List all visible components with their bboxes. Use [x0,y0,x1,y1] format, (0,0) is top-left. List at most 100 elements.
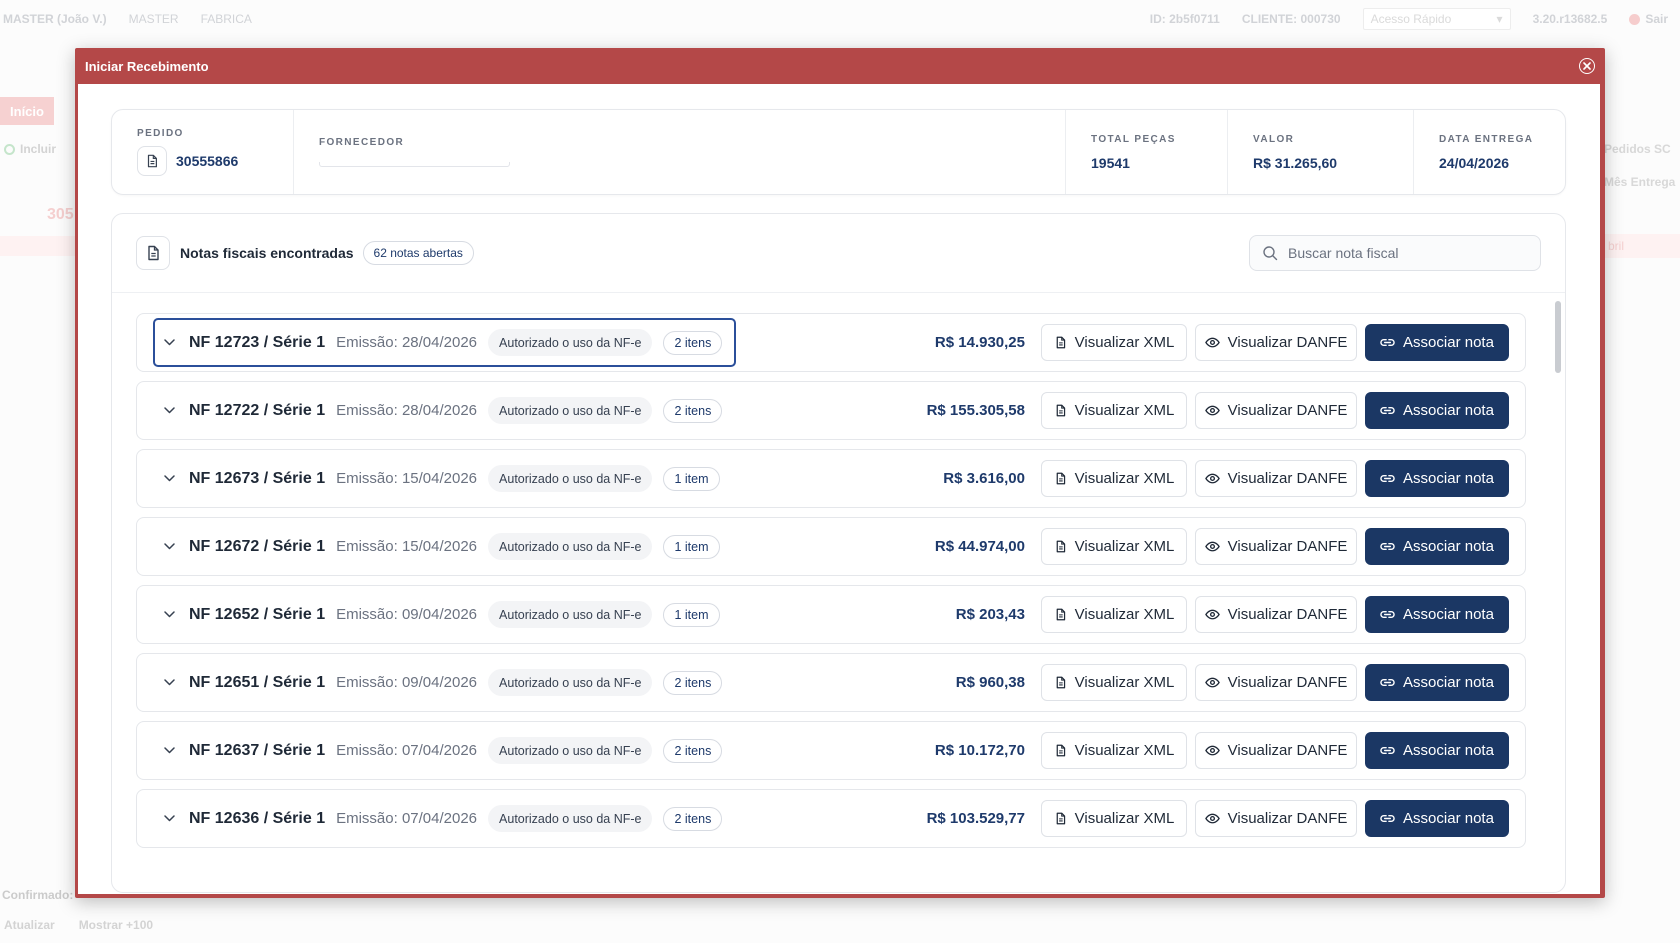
chevron-down-icon[interactable] [157,747,181,754]
notas-count-badge: 62 notas abertas [362,241,474,265]
link-icon [1380,337,1395,348]
total-pecas-value: 19541 [1091,154,1130,171]
nota-valor: R$ 103.529,77 [926,810,1025,827]
visualizar-danfe-button[interactable]: Visualizar DANFE [1195,324,1357,361]
nota-emissao: Emissão: 15/04/2026 [336,470,478,487]
chevron-down-icon[interactable] [157,475,181,482]
visualizar-xml-button[interactable]: Visualizar XML [1041,732,1187,769]
chevron-down-icon[interactable] [157,339,181,346]
order-summary: PEDIDO 30555866 FORNECEDOR TOTAL PEÇAS 1… [111,109,1566,195]
visualizar-xml-button[interactable]: Visualizar XML [1041,664,1187,701]
visualizar-xml-button[interactable]: Visualizar XML [1041,460,1187,497]
summary-fornecedor: FORNECEDOR [294,110,1066,194]
document-icon [1054,404,1067,417]
items-badge: 1 item [663,466,720,491]
chevron-down-icon[interactable] [157,543,181,550]
associar-nota-button[interactable]: Associar nota [1365,596,1509,633]
link-icon [1380,541,1395,552]
status-badge: Autorizado o uso da NF-e [488,533,653,560]
nota-valor: R$ 155.305,58 [926,402,1025,419]
visualizar-xml-button[interactable]: Visualizar XML [1041,800,1187,837]
link-icon [1380,745,1395,756]
nota-summary[interactable]: NF 12672 / Série 1 Emissão: 15/04/2026 Aut… [153,522,734,571]
items-badge: 2 itens [663,330,723,355]
associar-nota-button[interactable]: Associar nota [1365,392,1509,429]
nota-emissao: Emissão: 07/04/2026 [336,742,478,759]
associar-nota-button[interactable]: Associar nota [1365,460,1509,497]
status-badge: Autorizado o uso da NF-e [488,601,653,628]
nota-summary[interactable]: NF 12651 / Série 1 Emissão: 09/04/2026 Aut… [153,658,736,707]
pedido-value: 30555866 [176,153,239,169]
visualizar-xml-button[interactable]: Visualizar XML [1041,596,1187,633]
chevron-down-icon[interactable] [157,611,181,618]
items-badge: 1 item [663,602,720,627]
nota-emissao: Emissão: 07/04/2026 [336,810,478,827]
eye-icon [1204,608,1220,621]
visualizar-xml-button[interactable]: Visualizar XML [1041,528,1187,565]
link-icon [1380,813,1395,824]
scrollbar[interactable] [1555,301,1561,373]
visualizar-danfe-button[interactable]: Visualizar DANFE [1195,460,1357,497]
nota-valor: R$ 960,38 [955,674,1025,691]
nota-summary[interactable]: NF 12673 / Série 1 Emissão: 15/04/2026 Aut… [153,454,734,503]
nota-fiscal-row[interactable]: NF 12637 / Série 1 Emissão: 07/04/2026 Aut… [136,721,1526,780]
visualizar-danfe-button[interactable]: Visualizar DANFE [1195,596,1357,633]
document-icon [1054,540,1067,553]
visualizar-danfe-button[interactable]: Visualizar DANFE [1195,392,1357,429]
nota-number: NF 12637 / Série 1 [189,741,326,759]
summary-valor: VALOR R$ 31.265,60 [1228,110,1414,194]
nota-fiscal-row[interactable]: NF 12652 / Série 1 Emissão: 09/04/2026 Aut… [136,585,1526,644]
items-badge: 1 item [663,534,720,559]
nota-summary[interactable]: NF 12723 / Série 1 Emissão: 28/04/2026 Aut… [153,318,737,367]
eye-icon [1204,812,1220,825]
visualizar-xml-button[interactable]: Visualizar XML [1041,392,1187,429]
search-icon [1263,246,1278,261]
fornecedor-label: FORNECEDOR [319,137,405,148]
nota-emissao: Emissão: 15/04/2026 [336,538,478,555]
items-badge: 2 itens [663,670,723,695]
associar-nota-button[interactable]: Associar nota [1365,664,1509,701]
eye-icon [1204,744,1220,757]
visualizar-xml-button[interactable]: Visualizar XML [1041,324,1187,361]
nota-fiscal-row[interactable]: NF 12673 / Série 1 Emissão: 15/04/2026 Aut… [136,449,1526,508]
associar-nota-button[interactable]: Associar nota [1365,324,1509,361]
visualizar-danfe-button[interactable]: Visualizar DANFE [1195,800,1357,837]
nota-fiscal-row[interactable]: NF 12651 / Série 1 Emissão: 09/04/2026 Aut… [136,653,1526,712]
total-pecas-label: TOTAL PEÇAS [1091,133,1176,145]
nota-summary[interactable]: NF 12652 / Série 1 Emissão: 09/04/2026 Aut… [153,590,734,639]
eye-icon [1204,472,1220,485]
document-icon [1054,812,1067,825]
status-badge: Autorizado o uso da NF-e [488,397,653,424]
search-box [1249,235,1541,271]
items-badge: 2 itens [663,806,723,831]
nota-emissao: Emissão: 09/04/2026 [336,674,478,691]
visualizar-danfe-button[interactable]: Visualizar DANFE [1195,528,1357,565]
associar-nota-button[interactable]: Associar nota [1365,528,1509,565]
nota-valor: R$ 44.974,00 [934,538,1025,555]
valor-label: VALOR [1253,133,1295,145]
link-icon [1380,609,1395,620]
notas-title: Notas fiscais encontradas [180,245,354,261]
associar-nota-button[interactable]: Associar nota [1365,800,1509,837]
notas-header: Notas fiscais encontradas 62 notas abert… [112,214,1565,293]
nota-fiscal-row[interactable]: NF 12636 / Série 1 Emissão: 07/04/2026 Aut… [136,789,1526,848]
nota-summary[interactable]: NF 12637 / Série 1 Emissão: 07/04/2026 Aut… [153,726,736,775]
status-badge: Autorizado o uso da NF-e [488,669,653,696]
nota-valor: R$ 14.930,25 [934,334,1025,351]
close-button[interactable] [1579,58,1595,74]
chevron-down-icon[interactable] [157,407,181,414]
chevron-down-icon[interactable] [157,815,181,822]
nota-fiscal-row[interactable]: NF 12723 / Série 1 Emissão: 28/04/2026 Aut… [136,313,1526,372]
chevron-down-icon[interactable] [157,679,181,686]
nota-number: NF 12652 / Série 1 [189,605,326,623]
visualizar-danfe-button[interactable]: Visualizar DANFE [1195,732,1357,769]
associar-nota-button[interactable]: Associar nota [1365,732,1509,769]
search-input[interactable] [1288,245,1528,261]
nota-summary[interactable]: NF 12722 / Série 1 Emissão: 28/04/2026 Aut… [153,386,736,435]
nota-summary[interactable]: NF 12636 / Série 1 Emissão: 07/04/2026 Aut… [153,794,736,843]
visualizar-danfe-button[interactable]: Visualizar DANFE [1195,664,1357,701]
notas-fiscais-panel: Notas fiscais encontradas 62 notas abert… [111,213,1566,893]
nota-fiscal-row[interactable]: NF 12672 / Série 1 Emissão: 15/04/2026 Aut… [136,517,1526,576]
nota-fiscal-row[interactable]: NF 12722 / Série 1 Emissão: 28/04/2026 Aut… [136,381,1526,440]
close-icon [1583,62,1591,70]
